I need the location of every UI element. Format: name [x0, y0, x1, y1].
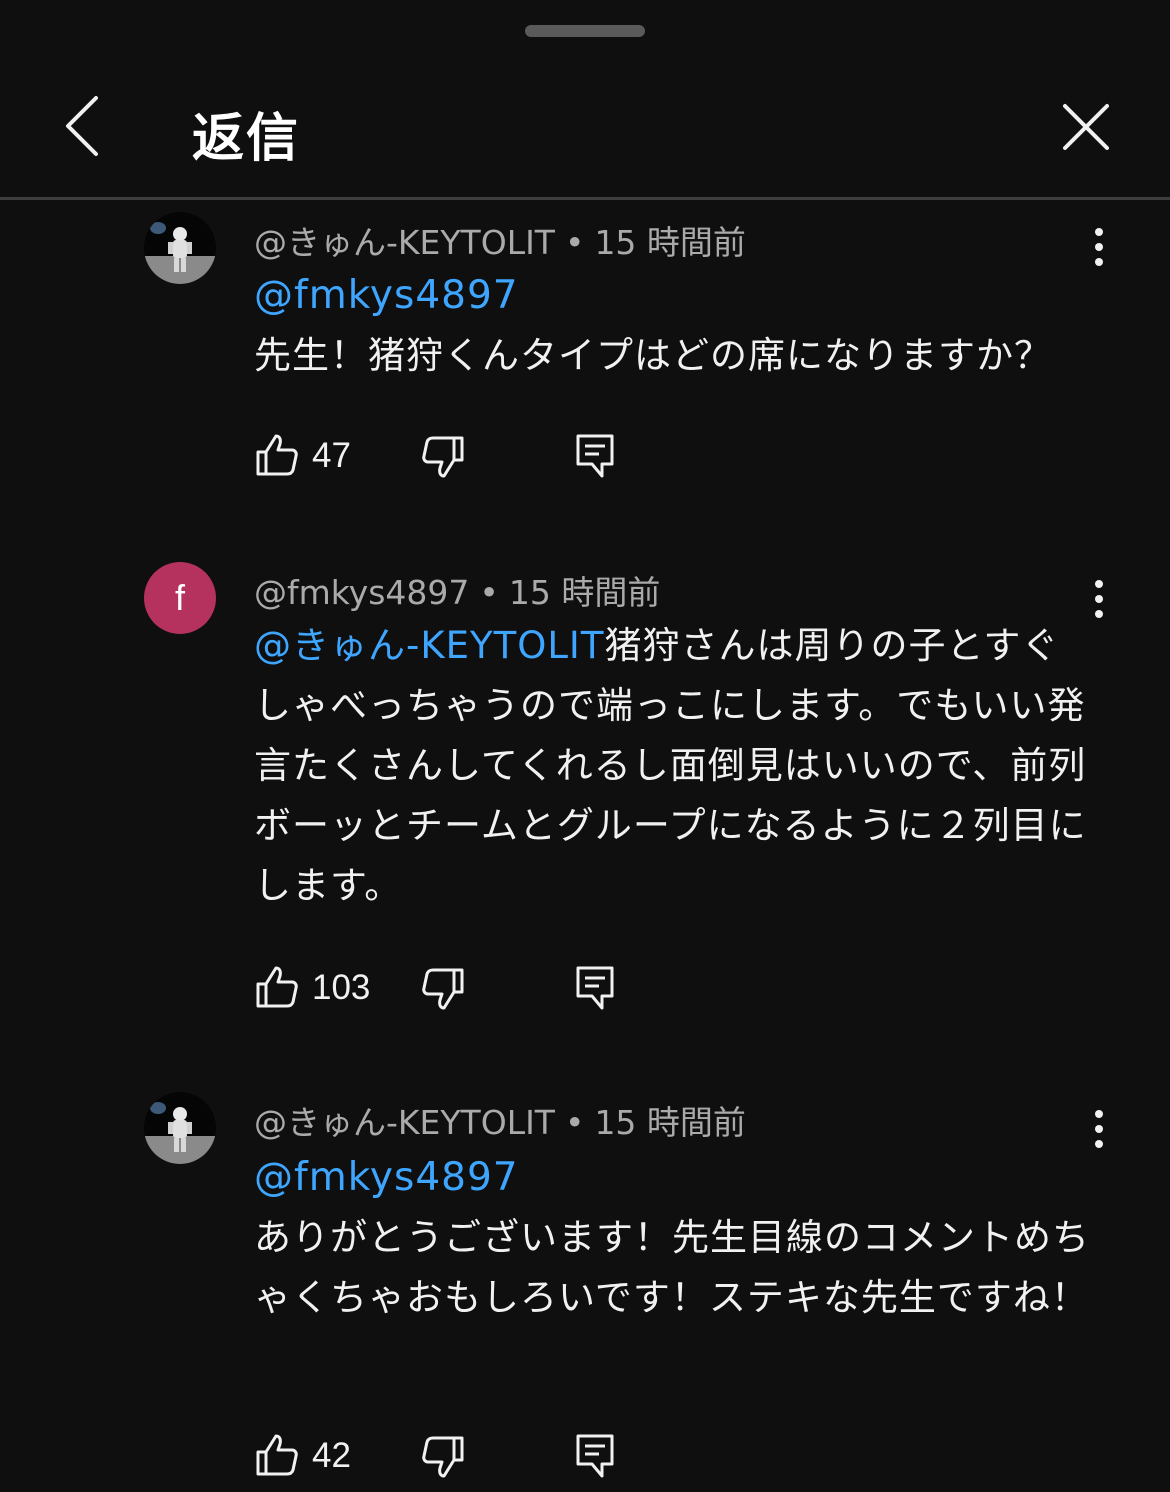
like-button[interactable]	[254, 432, 300, 478]
comment-reply-icon	[576, 434, 614, 478]
comment-reply-icon	[576, 966, 614, 1010]
reply-button[interactable]	[572, 1432, 618, 1478]
thumbs-up-icon	[256, 1434, 298, 1476]
avatar-letter: f	[174, 577, 185, 618]
like-button[interactable]	[254, 1432, 300, 1478]
comment-meta: @きゅん-KEYTOLIT • 15 時間前	[254, 1096, 746, 1144]
mention-link[interactable]: @きゅん-KEYTOLIT	[254, 624, 604, 667]
comment-text: @きゅん-KEYTOLIT猪狩さんは周りの子とすぐしゃべっちゃうので端っこにしま…	[254, 616, 1094, 916]
close-button[interactable]	[1055, 96, 1117, 158]
mention-link[interactable]: @fmkys4897	[254, 273, 519, 318]
reply-button[interactable]	[572, 432, 618, 478]
author-name[interactable]: @fmkys4897	[254, 573, 469, 612]
timestamp: 15 時間前	[594, 1103, 746, 1142]
more-vertical-icon	[1095, 1110, 1103, 1148]
like-count: 42	[312, 1436, 351, 1475]
comment-meta: @fmkys4897 • 15 時間前	[254, 566, 660, 614]
dislike-button[interactable]	[420, 434, 466, 480]
dislike-button[interactable]	[420, 966, 466, 1012]
comment-reply-icon	[576, 1434, 614, 1478]
separator-dot: •	[564, 223, 585, 262]
more-vertical-icon	[1095, 228, 1103, 266]
comment-actions: 47	[254, 432, 754, 492]
timestamp: 15 時間前	[594, 223, 746, 262]
more-options-button[interactable]	[1082, 222, 1116, 272]
like-count: 47	[312, 436, 351, 475]
drag-handle[interactable]	[525, 25, 645, 37]
author-name[interactable]: @きゅん-KEYTOLIT	[254, 223, 555, 262]
dislike-button[interactable]	[420, 1434, 466, 1480]
comment-body: 先生！猪狩くんタイプはどの席になりますか？	[254, 334, 1052, 377]
back-button[interactable]	[52, 90, 112, 162]
timestamp: 15 時間前	[508, 573, 661, 612]
page-title: 返信	[192, 109, 301, 169]
reply-button[interactable]	[572, 964, 618, 1010]
like-count: 103	[312, 968, 371, 1007]
close-icon	[1063, 104, 1109, 150]
thumbs-up-icon	[256, 434, 298, 476]
astronaut-avatar-icon	[144, 212, 216, 284]
separator-dot: •	[479, 573, 499, 612]
separator-dot: •	[564, 1103, 585, 1142]
avatar[interactable]: f	[144, 562, 216, 634]
header-divider	[0, 197, 1170, 200]
replies-sheet: 返信 @きゅん-KEYTOLIT • 15 時間前 @fmkys4897 先生！…	[0, 0, 1170, 1482]
astronaut-avatar-icon	[144, 1092, 216, 1164]
chevron-left-icon	[66, 96, 98, 156]
thumbs-up-icon	[256, 966, 298, 1008]
like-button[interactable]	[254, 964, 300, 1010]
comment-meta: @きゅん-KEYTOLIT • 15 時間前	[254, 216, 746, 264]
comment-body: ありがとうございます！先生目線のコメントめちゃくちゃおもしろいです！ステキな先生…	[254, 1216, 1090, 1319]
more-options-button[interactable]	[1082, 1104, 1116, 1154]
avatar[interactable]	[144, 1092, 216, 1164]
author-name[interactable]: @きゅん-KEYTOLIT	[254, 1103, 555, 1142]
mention-link[interactable]: @fmkys4897	[254, 1155, 519, 1200]
thumbs-down-icon	[422, 436, 464, 478]
comment-actions: 103	[254, 964, 754, 1024]
comment-actions: 42	[254, 1432, 754, 1492]
comment-text: @fmkys4897	[254, 266, 1094, 326]
header: 返信	[0, 60, 1170, 198]
thumbs-down-icon	[422, 968, 464, 1010]
comment-text: @fmkys4897	[254, 1148, 1094, 1208]
thumbs-down-icon	[422, 1436, 464, 1478]
avatar[interactable]	[144, 212, 216, 284]
